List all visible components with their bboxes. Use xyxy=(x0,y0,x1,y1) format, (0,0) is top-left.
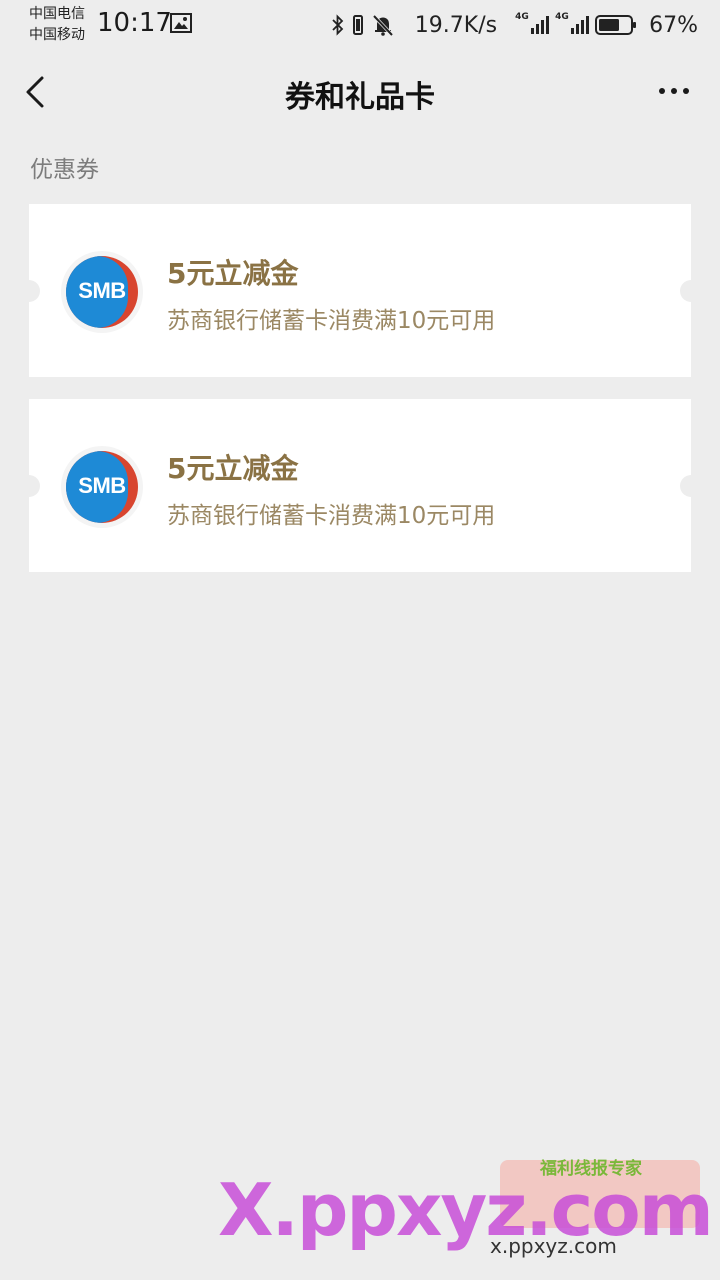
bluetooth-icon xyxy=(332,14,344,36)
coupon-description: 苏商银行储蓄卡消费满10元可用 xyxy=(167,308,496,334)
status-time: 10:17 xyxy=(97,8,172,38)
more-dots-icon xyxy=(659,88,689,94)
carrier-2: 中国移动 xyxy=(29,27,85,43)
signal-2-label: 4G xyxy=(555,12,569,22)
ticket-notch xyxy=(680,280,702,302)
bank-logo-text: SMB xyxy=(78,278,126,303)
signal-icon: 4G xyxy=(555,12,590,36)
ticket-notch xyxy=(18,280,40,302)
bank-logo: SMB xyxy=(61,446,143,528)
carrier-info: 中国电信 中国移动 xyxy=(29,4,85,46)
signal-1-label: 4G xyxy=(515,12,529,22)
status-right: 19.7K/s 4G 4G 67% xyxy=(331,10,698,40)
page-title: 券和礼品卡 xyxy=(285,80,435,115)
ticket-notch xyxy=(18,475,40,497)
more-button[interactable] xyxy=(654,76,694,106)
section-label-coupons: 优惠券 xyxy=(30,157,99,183)
coupon-description: 苏商银行储蓄卡消费满10元可用 xyxy=(167,503,496,529)
net-speed: 19.7K/s xyxy=(414,12,498,38)
battery-percent: 67% xyxy=(649,12,698,38)
bank-logo-text: SMB xyxy=(78,473,126,498)
status-bar: 中国电信 中国移动 10:17 19.7K/s 4G 4G 67% xyxy=(0,0,720,50)
watermark-logo: X.ppxyz.com xyxy=(218,1168,714,1252)
ticket-notch xyxy=(680,475,702,497)
signal-icon: 4G xyxy=(515,12,550,36)
carrier-1: 中国电信 xyxy=(29,6,85,22)
coupon-title: 5元立减金 xyxy=(167,452,299,485)
coupon-card[interactable]: SMB 5元立减金 苏商银行储蓄卡消费满10元可用 xyxy=(18,399,702,572)
vibrate-icon xyxy=(352,15,363,35)
watermark-url: x.ppxyz.com xyxy=(490,1234,617,1258)
coupon-card[interactable]: SMB 5元立减金 苏商银行储蓄卡消费满10元可用 xyxy=(18,204,702,377)
gallery-icon xyxy=(170,13,192,33)
coupon-title: 5元立减金 xyxy=(167,257,299,290)
nav-bar: 券和礼品卡 xyxy=(0,50,720,134)
mute-bell-icon xyxy=(372,14,394,37)
battery-icon xyxy=(595,15,637,35)
bank-logo: SMB xyxy=(61,251,143,333)
